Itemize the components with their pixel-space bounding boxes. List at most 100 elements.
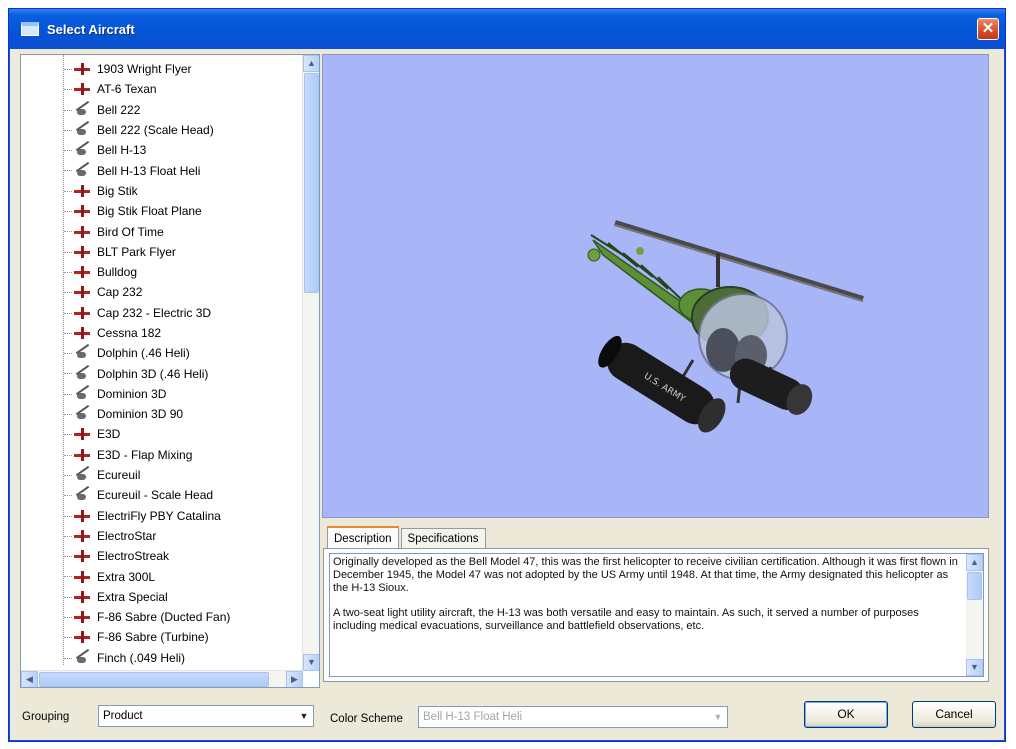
description-paragraph: Originally developed as the Bell Model 4… — [333, 556, 958, 594]
scroll-left-button[interactable]: ◀ — [21, 671, 38, 687]
close-button[interactable]: ✕ — [977, 18, 999, 40]
list-item[interactable]: 1903 Wright Flyer — [21, 59, 285, 79]
list-item-label: Bulldog — [97, 265, 138, 280]
list-item[interactable]: Dolphin (.46 Heli) — [21, 343, 285, 363]
list-item[interactable]: E3D - Flap Mixing — [21, 445, 285, 465]
chevron-down-icon[interactable]: ▼ — [709, 707, 727, 727]
list-item[interactable]: Bulldog — [21, 262, 285, 282]
description-textbox[interactable]: Originally developed as the Bell Model 4… — [329, 553, 984, 677]
list-item-label: ElectroStreak — [97, 549, 170, 564]
list-item[interactable]: Cessna 182 — [21, 323, 285, 343]
list-item-label: ElectroStar — [97, 528, 157, 543]
description-scrollbar[interactable]: ▲ ▼ — [966, 554, 983, 676]
airplane-icon — [73, 610, 91, 624]
helicopter-icon — [73, 123, 91, 137]
list-item[interactable]: E3D — [21, 424, 285, 444]
desc-scroll-down-button[interactable]: ▼ — [966, 659, 983, 676]
helicopter-icon — [73, 387, 91, 401]
aircraft-list[interactable]: 1903 Wright Flyer AT-6 Texan Bell 222 Bell … — [20, 54, 320, 688]
airplane-icon — [73, 245, 91, 259]
list-item-label: Dominion 3D 90 — [97, 407, 184, 422]
desc-scroll-up-button[interactable]: ▲ — [966, 554, 983, 571]
tab-description[interactable]: Description — [327, 526, 399, 550]
list-item-label: Cap 232 — [97, 285, 143, 300]
list-item[interactable]: Dolphin 3D (.46 Heli) — [21, 363, 285, 383]
description-paragraph: A two-seat light utility aircraft, the H… — [333, 607, 919, 632]
airplane-icon — [73, 570, 91, 584]
list-item[interactable]: F-86 Sabre (Ducted Fan) — [21, 607, 285, 627]
airplane-icon — [73, 549, 91, 563]
list-item[interactable]: Dominion 3D 90 — [21, 404, 285, 424]
list-hscroll-thumb[interactable] — [39, 672, 269, 687]
list-item[interactable]: Big Stik Float Plane — [21, 201, 285, 221]
list-item-label: Cap 232 - Electric 3D — [97, 305, 212, 320]
list-item-label: Dominion 3D — [97, 386, 167, 401]
list-item[interactable]: BLT Park Flyer — [21, 242, 285, 262]
list-item-label: F-86 Sabre (Ducted Fan) — [97, 610, 231, 625]
helicopter-icon — [73, 651, 91, 665]
color-scheme-select[interactable]: Bell H-13 Float Heli ▼ — [418, 706, 728, 728]
list-item[interactable]: Cap 232 — [21, 282, 285, 302]
list-item[interactable]: Dominion 3D — [21, 384, 285, 404]
list-item-label: Dolphin (.46 Heli) — [97, 346, 190, 361]
list-item-label: Big Stik Float Plane — [97, 204, 202, 219]
list-item-label: Bell 222 — [97, 102, 141, 117]
list-item-label: Dolphin 3D (.46 Heli) — [97, 366, 209, 381]
list-item[interactable]: ElectroStar — [21, 526, 285, 546]
airplane-icon — [73, 62, 91, 76]
list-item[interactable]: Cap 232 - Electric 3D — [21, 303, 285, 323]
grouping-value: Product — [103, 710, 143, 722]
aircraft-preview[interactable]: U.S. ARMY — [322, 54, 989, 518]
list-item[interactable]: Big Stik — [21, 181, 285, 201]
list-item-label: ElectriFly PBY Catalina — [97, 508, 221, 523]
helicopter-icon — [73, 103, 91, 117]
list-item-label: E3D - Flap Mixing — [97, 447, 193, 462]
list-item[interactable]: F-86 Sabre (Turbine) — [21, 627, 285, 647]
scroll-right-button[interactable]: ▶ — [286, 671, 303, 687]
list-item[interactable]: Bell H-13 — [21, 140, 285, 160]
scroll-down-button[interactable]: ▼ — [303, 654, 319, 671]
airplane-icon — [73, 204, 91, 218]
list-item[interactable]: Extra 300L — [21, 566, 285, 586]
chevron-down-icon[interactable]: ▼ — [295, 706, 313, 726]
cancel-button[interactable]: Cancel — [912, 701, 996, 728]
color-scheme-label: Color Scheme — [330, 713, 403, 725]
list-item[interactable]: Finch (.049 Heli) — [21, 648, 285, 668]
desc-scroll-thumb[interactable] — [967, 572, 982, 600]
list-item[interactable]: Ecureuil - Scale Head — [21, 485, 285, 505]
list-item-label: F-86 Sabre (Turbine) — [97, 630, 209, 645]
list-item-label: Finch (.049 Heli) — [97, 650, 186, 665]
list-item[interactable]: AT-6 Texan — [21, 79, 285, 99]
helicopter-icon — [73, 488, 91, 502]
airplane-icon — [73, 306, 91, 320]
list-scroll-thumb[interactable] — [304, 73, 319, 293]
list-item[interactable]: Bell 222 (Scale Head) — [21, 120, 285, 140]
airplane-icon — [73, 529, 91, 543]
list-item[interactable]: Extra Special — [21, 587, 285, 607]
list-item-label: Bell H-13 — [97, 143, 147, 158]
grouping-select[interactable]: Product ▼ — [98, 705, 314, 727]
list-item-label: AT-6 Texan — [97, 82, 157, 97]
ok-button[interactable]: OK — [804, 701, 888, 728]
helicopter-icon — [73, 468, 91, 482]
list-item[interactable]: ElectriFly PBY Catalina — [21, 506, 285, 526]
list-item-label: Ecureuil — [97, 468, 141, 483]
grouping-label: Grouping — [22, 711, 70, 723]
list-item[interactable]: ElectroStreak — [21, 546, 285, 566]
airplane-icon — [73, 326, 91, 340]
list-item[interactable]: Ecureuil — [21, 465, 285, 485]
list-item-label: BLT Park Flyer — [97, 244, 176, 259]
list-horizontal-scrollbar[interactable]: ◀ ▶ — [21, 670, 303, 687]
scroll-up-button[interactable]: ▲ — [303, 55, 319, 72]
list-item[interactable]: Bird Of Time — [21, 221, 285, 241]
title-bar[interactable]: Select Aircraft ✕ — [9, 9, 1005, 49]
list-item-label: Extra 300L — [97, 569, 156, 584]
list-vertical-scrollbar[interactable]: ▲ ▼ — [302, 55, 319, 671]
tab-specifications[interactable]: Specifications — [400, 528, 486, 550]
list-item-label: Cessna 182 — [97, 326, 162, 340]
airplane-icon — [73, 630, 91, 644]
list-item-label: Extra Special — [97, 589, 168, 604]
helicopter-icon — [73, 367, 91, 381]
list-item[interactable]: Bell H-13 Float Heli — [21, 160, 285, 180]
list-item[interactable]: Bell 222 — [21, 100, 285, 120]
